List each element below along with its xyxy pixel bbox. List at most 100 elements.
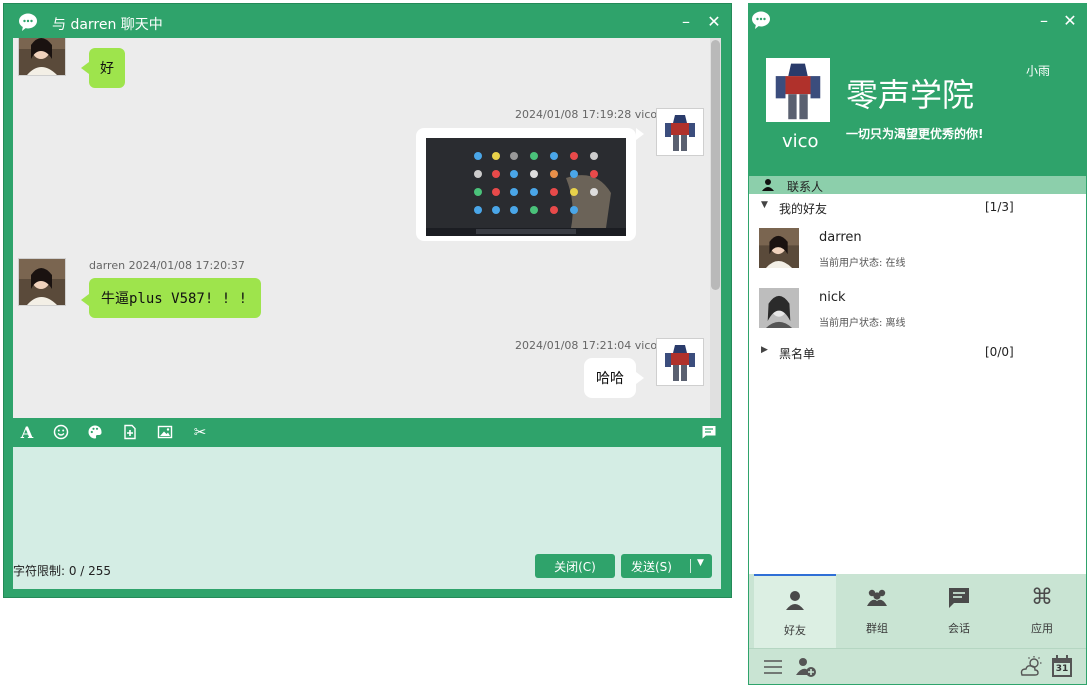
tab-label: 好友 [784, 624, 806, 637]
divider [690, 559, 691, 573]
avatar-darren[interactable] [18, 38, 66, 76]
screenshot-image[interactable] [426, 138, 626, 236]
calendar-ring [1056, 655, 1058, 660]
tab-label: 群组 [866, 622, 888, 635]
bubble-tail [636, 372, 644, 384]
bubble-tail [636, 128, 644, 140]
chat-app-icon [19, 13, 37, 31]
send-button-label: 发送(S) [631, 559, 672, 574]
friend-avatar [759, 288, 799, 328]
close-button[interactable]: 关闭(C) [535, 554, 615, 578]
command-icon: ⌘ [1031, 585, 1053, 610]
add-friend-icon[interactable] [795, 656, 817, 678]
group-my-friends[interactable]: ▼ 我的好友 [1/3] [749, 196, 1086, 218]
calendar-day: 31 [1054, 663, 1070, 675]
calendar-ring [1066, 655, 1068, 660]
palette-icon[interactable] [85, 422, 105, 442]
tab-friends[interactable]: 好友 [754, 574, 836, 648]
message-text: 好 [100, 61, 114, 77]
tab-sessions[interactable]: 会话 [918, 574, 1000, 648]
chat-title: 与 darren 聊天中 [52, 17, 163, 33]
tab-label: 会话 [948, 622, 970, 635]
avatar-vico-image [657, 339, 703, 385]
brand-title: 零声学院 [846, 76, 975, 114]
message-text: 哈哈 [596, 371, 624, 387]
close-button-label: 关闭(C) [554, 559, 596, 574]
bottom-tabs: 好友 群组 会话 ⌘ 应用 [749, 574, 1086, 648]
scrollbar[interactable] [710, 38, 721, 418]
bubble-tail [81, 294, 89, 306]
bottom-bar: 31 [749, 648, 1086, 684]
friend-name: darren [819, 230, 862, 245]
tab-label: 应用 [1031, 622, 1053, 635]
avatar-darren[interactable] [18, 258, 66, 306]
message-text: 牛逼plus V587! ! ! [101, 291, 248, 307]
font-icon[interactable]: A [17, 422, 37, 442]
group-name: 我的好友 [779, 202, 828, 216]
user-avatar[interactable] [766, 58, 830, 122]
scissors-icon[interactable]: ✂ [190, 422, 210, 442]
avatar-darren-image [19, 38, 65, 75]
emoji-icon[interactable] [51, 422, 71, 442]
calendar-icon[interactable]: 31 [1052, 655, 1072, 677]
collapsed-arrow-icon: ▶ [761, 345, 768, 355]
expanded-arrow-icon: ▼ [761, 200, 768, 210]
message-meta: 2024/01/08 17:19:28 vico [515, 108, 658, 121]
message-input[interactable]: 字符限制: 0 / 255 关闭(C) 发送(S) ▼ [13, 447, 721, 589]
minimize-button[interactable]: – [1036, 13, 1052, 29]
friend-item-darren[interactable]: darren 当前用户状态: 在线 [749, 220, 1086, 278]
file-add-icon[interactable] [120, 422, 140, 442]
message-meta: darren 2024/01/08 17:20:37 [89, 259, 245, 272]
message-bubble[interactable]: 好 [89, 48, 125, 88]
avatar-vico-image [657, 109, 703, 155]
friend-name: nick [819, 290, 846, 305]
weather-icon[interactable] [1019, 655, 1043, 677]
group-name: 黑名单 [779, 347, 816, 361]
username: vico [782, 131, 819, 152]
app-logo-icon [752, 11, 770, 29]
menu-icon[interactable] [763, 659, 783, 675]
group-blacklist[interactable]: ▶ 黑名单 [0/0] [749, 341, 1086, 363]
message-bubble[interactable]: 哈哈 [584, 358, 636, 398]
user-nickname[interactable]: 小雨 [1026, 62, 1050, 79]
group-count: [0/0] [985, 345, 1014, 359]
friend-status: 当前用户状态: 离线 [819, 318, 906, 329]
tab-groups[interactable]: 群组 [836, 574, 918, 648]
profile-header: – ✕ vico 零声学院 一切只为渴望更优秀的你! 小雨 [749, 4, 1086, 176]
contacts-label: 联系人 [787, 180, 824, 194]
friend-avatar [759, 228, 799, 268]
chat-icon [949, 588, 969, 608]
person-icon [786, 591, 804, 610]
friend-item-nick[interactable]: nick 当前用户状态: 离线 [749, 280, 1086, 338]
chat-toolbar: A ✂ [13, 418, 721, 446]
minimize-button[interactable]: – [678, 14, 694, 30]
group-icon [867, 589, 887, 606]
message-meta: 2024/01/08 17:21:04 vico [515, 339, 658, 352]
tab-apps[interactable]: ⌘ 应用 [1001, 574, 1083, 648]
brand-slogan: 一切只为渴望更优秀的你! [846, 127, 984, 141]
person-icon [762, 179, 774, 191]
chat-window: 与 darren 聊天中 – ✕ 好 2024/01/08 17:19:28 v… [3, 3, 732, 598]
history-icon[interactable] [699, 422, 719, 442]
char-limit: 字符限制: 0 / 255 [13, 564, 112, 578]
avatar-vico[interactable] [656, 108, 704, 156]
message-list[interactable]: 好 2024/01/08 17:19:28 vico darren 2024/0… [13, 38, 721, 418]
chat-titlebar: 与 darren 聊天中 – ✕ [4, 4, 731, 40]
close-window-button[interactable]: ✕ [1062, 13, 1078, 29]
image-message-bubble[interactable] [416, 128, 636, 241]
user-avatar-image [766, 58, 830, 122]
message-bubble[interactable]: 牛逼plus V587! ! ! [89, 278, 261, 318]
contacts-header: 联系人 [749, 176, 1086, 194]
scrollbar-thumb[interactable] [711, 40, 720, 290]
avatar-darren-image [759, 228, 799, 268]
image-icon[interactable] [155, 422, 175, 442]
main-window: – ✕ vico 零声学院 一切只为渴望更优秀的你! 小雨 联系人 ▼ 我的好友… [748, 3, 1087, 685]
close-window-button[interactable]: ✕ [706, 14, 722, 30]
send-button[interactable]: 发送(S) ▼ [621, 554, 712, 578]
avatar-darren-image [19, 259, 65, 305]
avatar-vico[interactable] [656, 338, 704, 386]
bubble-tail [81, 62, 89, 74]
group-count: [1/3] [985, 200, 1014, 214]
send-options-chevron-icon[interactable]: ▼ [697, 558, 704, 568]
avatar-nick-image [759, 288, 799, 328]
